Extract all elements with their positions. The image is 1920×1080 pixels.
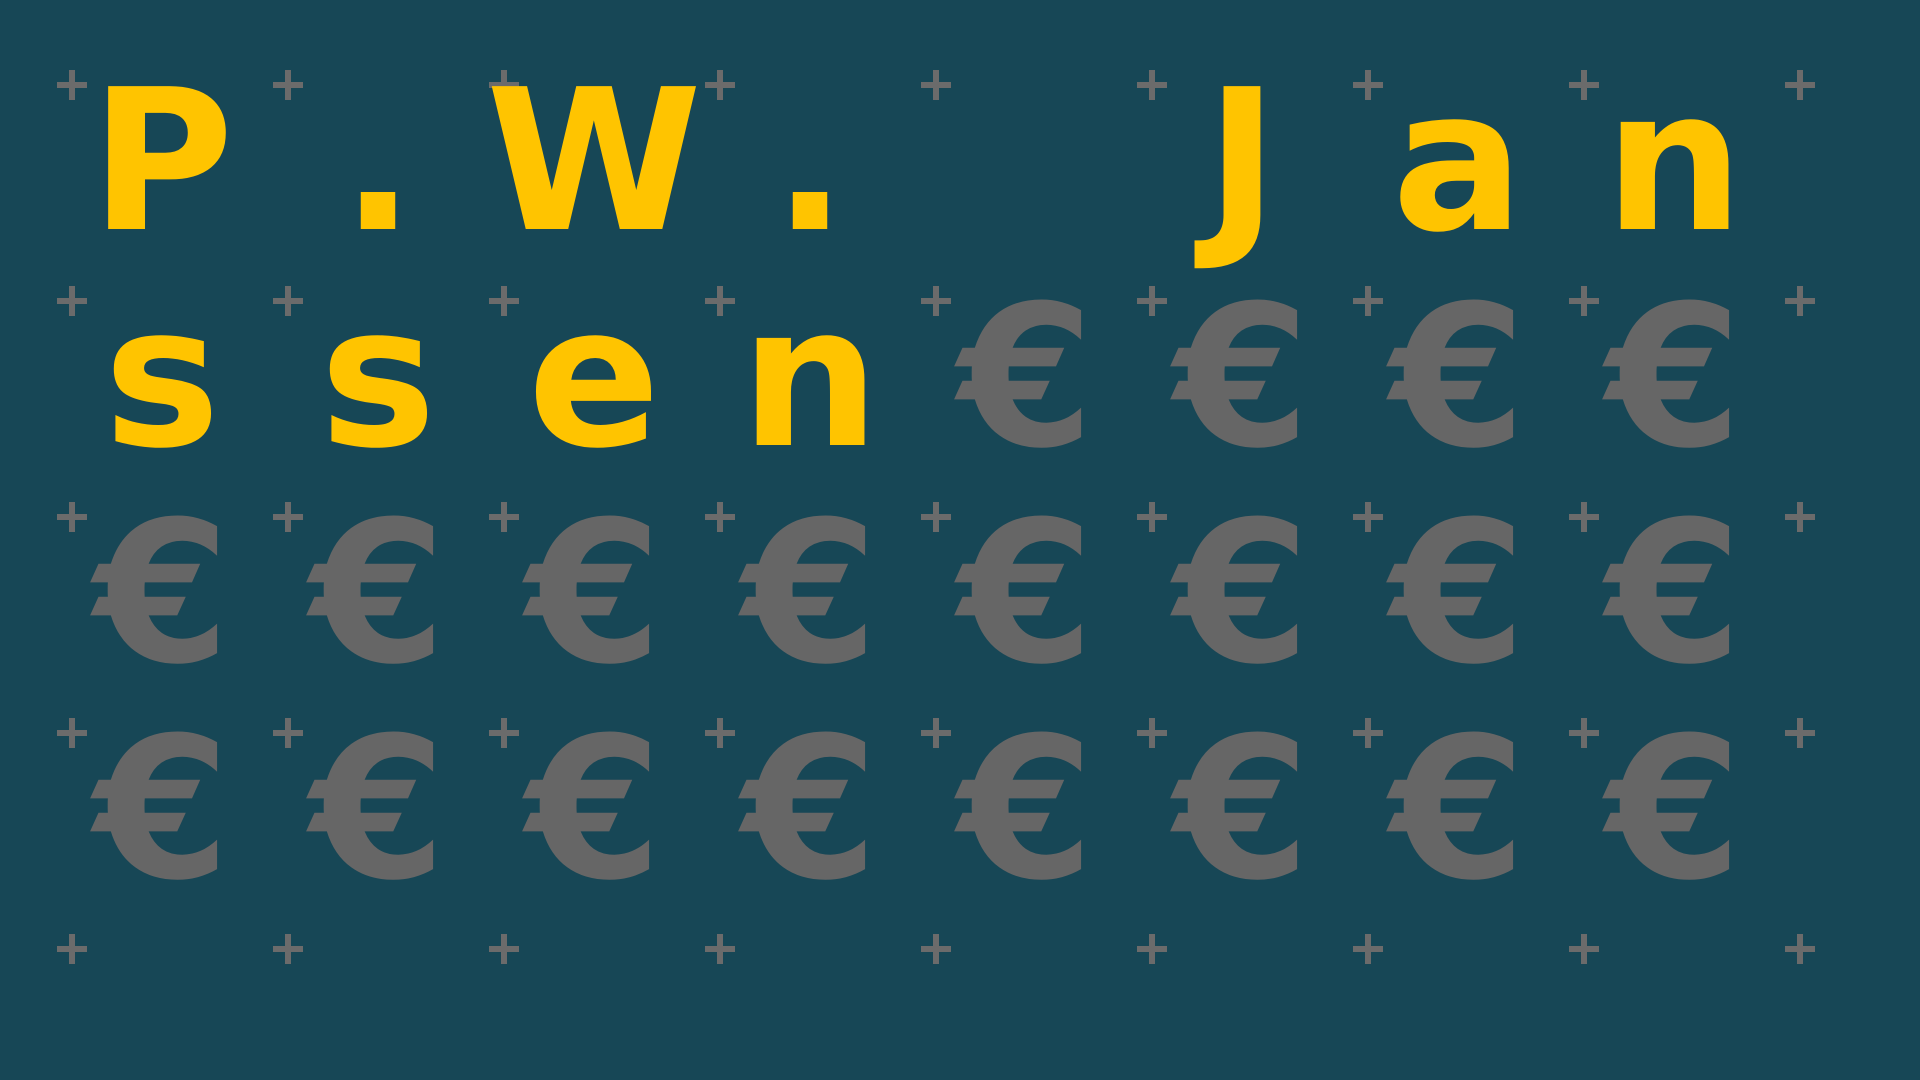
name-letter-cell: s <box>103 264 221 492</box>
plus-icon <box>487 932 521 966</box>
name-letter-cell: n <box>740 264 880 492</box>
plus-icon <box>1783 932 1817 966</box>
euro-symbol-cell: € <box>93 480 231 708</box>
name-letter-cell: . <box>772 48 848 276</box>
euro-symbol-cell: € <box>1389 696 1527 924</box>
plus-icon <box>55 932 89 966</box>
name-letter-cell: s <box>319 264 437 492</box>
euro-symbol-cell: € <box>1605 480 1743 708</box>
euro-symbol-cell: € <box>93 696 231 924</box>
plus-icon <box>1783 500 1817 534</box>
plus-icon <box>1135 932 1169 966</box>
canvas: P. W. Ja n s s e n € € € € € € € € € € € € € € € € € € € € <box>0 0 1920 1080</box>
euro-symbol-cell: € <box>1605 264 1743 492</box>
plus-icon <box>1783 716 1817 750</box>
name-letter-cell <box>918 54 1134 270</box>
plus-icon <box>919 932 953 966</box>
euro-symbol-cell: € <box>1389 480 1527 708</box>
name-letter-cell: n <box>1604 48 1744 276</box>
name-letter-cell: J <box>1205 48 1279 276</box>
euro-symbol-cell: € <box>1173 480 1311 708</box>
name-letter-cell: . <box>340 48 416 276</box>
euro-symbol-cell: € <box>957 264 1095 492</box>
name-letter-cell: W <box>485 48 703 276</box>
plus-icon <box>1783 284 1817 318</box>
euro-symbol-cell: € <box>525 480 663 708</box>
euro-symbol-cell: € <box>957 480 1095 708</box>
euro-symbol-cell: € <box>741 480 879 708</box>
name-letter-cell: P <box>90 48 234 276</box>
plus-icon <box>703 932 737 966</box>
euro-symbol-cell: € <box>1173 696 1311 924</box>
euro-symbol-cell: € <box>309 696 447 924</box>
plus-icon <box>271 932 305 966</box>
name-letter-cell: a <box>1391 48 1525 276</box>
plus-icon <box>1567 932 1601 966</box>
plus-icon <box>1783 68 1817 102</box>
euro-symbol-cell: € <box>1389 264 1527 492</box>
euro-symbol-cell: € <box>741 696 879 924</box>
euro-symbol-cell: € <box>309 480 447 708</box>
euro-symbol-cell: € <box>1173 264 1311 492</box>
name-letter-cell: e <box>527 264 661 492</box>
euro-symbol-cell: € <box>525 696 663 924</box>
euro-symbol-cell: € <box>1605 696 1743 924</box>
plus-icon <box>1351 932 1385 966</box>
euro-symbol-cell: € <box>957 696 1095 924</box>
